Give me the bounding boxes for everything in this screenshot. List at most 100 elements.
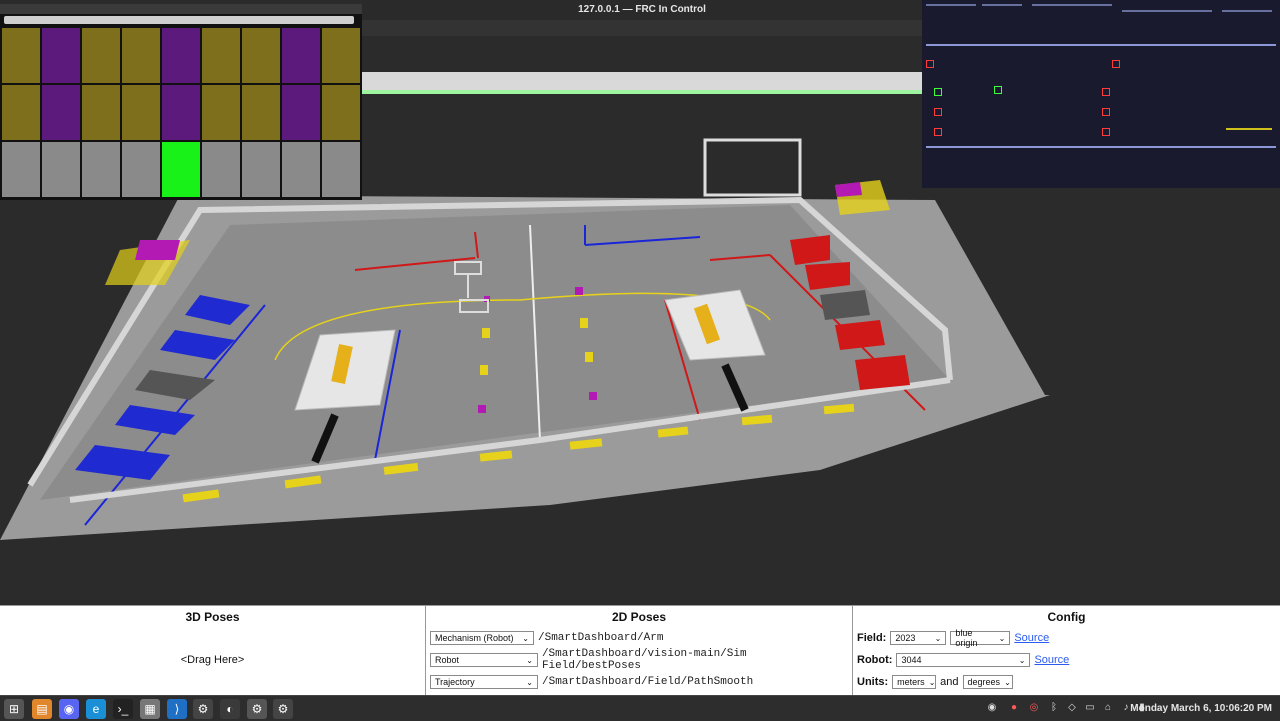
edge-icon[interactable]: e [86, 699, 106, 719]
robot-source-link[interactable]: Source [1034, 654, 1069, 666]
grid-cell [202, 142, 240, 197]
pose-type-value: Trajectory [435, 677, 475, 687]
config-field-row: Field: 2023 ⌄ blue origin ⌄ Source [857, 628, 1049, 648]
chevron-down-icon: ⌄ [522, 633, 529, 643]
chevron-down-icon: ⌄ [998, 633, 1006, 643]
debug-divider [926, 44, 1276, 46]
grid-cell [242, 28, 280, 83]
field-year-select[interactable]: 2023 ⌄ [890, 631, 947, 645]
field-source-link[interactable]: Source [1014, 632, 1049, 644]
origin-select[interactable]: blue origin ⌄ [950, 628, 1011, 648]
discord-icon[interactable]: ◉ [59, 699, 79, 719]
angle-units-select[interactable]: degrees ⌄ [962, 675, 1013, 689]
debug-marker [1102, 128, 1110, 136]
pose-type-select[interactable]: Robot ⌄ [430, 653, 538, 667]
grid-cell [162, 142, 200, 197]
field-year-value: 2023 [895, 633, 916, 643]
grid-window-titlebar[interactable] [0, 4, 362, 14]
grid-cell [122, 85, 160, 140]
pose-path: /SmartDashboard/Arm [538, 632, 664, 644]
poses-2d-title: 2D Poses [611, 610, 667, 624]
discord-tray-icon[interactable]: ◉ [986, 702, 998, 714]
grid-cell [322, 142, 360, 197]
grid-cell [2, 28, 40, 83]
robot-value: 3044 [901, 655, 922, 665]
shield-icon[interactable]: ◇ [1066, 702, 1078, 714]
poses-3d-drop-target[interactable]: <Drag Here> [0, 654, 425, 666]
chevron-down-icon: ⌄ [928, 677, 936, 687]
poses-2d-section: 2D Poses Mechanism (Robot) ⌄ /SmartDashbo… [426, 606, 853, 696]
debug-marker [1102, 88, 1110, 96]
grid-cell [122, 142, 160, 197]
debug-divider [926, 146, 1276, 148]
grid-cell [42, 28, 80, 83]
grid-cell [322, 85, 360, 140]
pose-row: Mechanism (Robot) ⌄ /SmartDashboard/Arm [430, 630, 663, 646]
advantagescope-icon[interactable]: ◐ [220, 699, 240, 719]
grid-cell [202, 28, 240, 83]
config-title: Config [1047, 610, 1086, 624]
debug-panel[interactable] [922, 0, 1280, 188]
pose-path: /SmartDashboard/Field/PathSmooth [542, 676, 754, 688]
grid-cell [2, 85, 40, 140]
network-icon[interactable]: ⌂ [1102, 702, 1114, 714]
config-units-row: Units: meters ⌄ and degrees ⌄ [857, 674, 1013, 690]
debug-marker [1102, 108, 1110, 116]
debug-line [1222, 10, 1272, 12]
grid-cell [242, 142, 280, 197]
vscode-icon[interactable]: ⟩ [167, 699, 187, 719]
length-units-select[interactable]: meters ⌄ [892, 675, 937, 689]
gear-icon[interactable]: ⚙ [247, 699, 267, 719]
bluetooth-icon[interactable]: ᛒ [1048, 702, 1060, 714]
debug-line [1032, 4, 1112, 6]
debug-marker [994, 86, 1002, 94]
debug-marker [926, 60, 934, 68]
field-label: Field: [857, 632, 887, 644]
config-robot-row: Robot: 3044 ⌄ Source [857, 652, 1069, 668]
display-icon[interactable]: ▭ [1084, 702, 1096, 714]
grid-cell [282, 28, 320, 83]
grid-status-window[interactable] [0, 4, 362, 200]
grid-cell [42, 85, 80, 140]
grid-cell [162, 85, 200, 140]
debug-marker [1112, 60, 1120, 68]
status-banner [362, 72, 922, 90]
clock[interactable]: Monday March 6, 10:06:20 PM [1130, 696, 1272, 721]
angle-units-value: degrees [967, 677, 1001, 687]
chevron-down-icon: ⌄ [526, 677, 533, 687]
pose-type-select[interactable]: Mechanism (Robot) ⌄ [430, 631, 534, 645]
origin-value: blue origin [955, 628, 978, 648]
debug-line [1226, 128, 1272, 130]
grid-cell [42, 142, 80, 197]
files-icon[interactable]: ▤ [32, 699, 52, 719]
poses-3d-section: 3D Poses <Drag Here> [0, 606, 426, 696]
robot-select[interactable]: 3044 ⌄ [896, 653, 1031, 667]
tray-app-icon[interactable]: ● [1008, 702, 1020, 714]
pose-type-value: Mechanism (Robot) [435, 633, 514, 643]
grid-cell [2, 142, 40, 197]
pose-type-select[interactable]: Trajectory ⌄ [430, 675, 538, 689]
title-subbar [362, 20, 922, 36]
chevron-down-icon: ⌄ [526, 655, 533, 665]
menu-icon[interactable]: ⊞ [4, 699, 24, 719]
pose-row: Robot ⌄ /SmartDashboard/vision-main/Sim F… [430, 648, 852, 672]
status-banner-line [362, 90, 922, 94]
grid-app-icon[interactable]: ▦ [140, 699, 160, 719]
grid-cell [82, 28, 120, 83]
chevron-down-icon: ⌄ [1004, 677, 1011, 687]
chevron-down-icon: ⌄ [934, 633, 942, 643]
and-text: and [940, 676, 959, 688]
tray-app-icon[interactable]: ◎ [1028, 702, 1040, 714]
grid-cell [202, 85, 240, 140]
grid-cell [82, 85, 120, 140]
gear-icon[interactable]: ⚙ [193, 699, 213, 719]
gear-icon[interactable]: ⚙ [273, 699, 293, 719]
terminal-icon[interactable]: ›_ [113, 699, 133, 719]
grid-cell [282, 142, 320, 197]
grid-cell [122, 28, 160, 83]
taskbar: ⊞ ▤ ◉ e ›_ ▦ ⟩ ⚙ ◐ ⚙ ⚙ ◉ ● ◎ ᛒ ◇ ▭ ⌂ ♪ ▮… [0, 695, 1280, 721]
debug-line [926, 4, 976, 6]
length-units-value: meters [897, 677, 925, 687]
poses-3d-title: 3D Poses [185, 610, 240, 624]
grid-cell [322, 28, 360, 83]
